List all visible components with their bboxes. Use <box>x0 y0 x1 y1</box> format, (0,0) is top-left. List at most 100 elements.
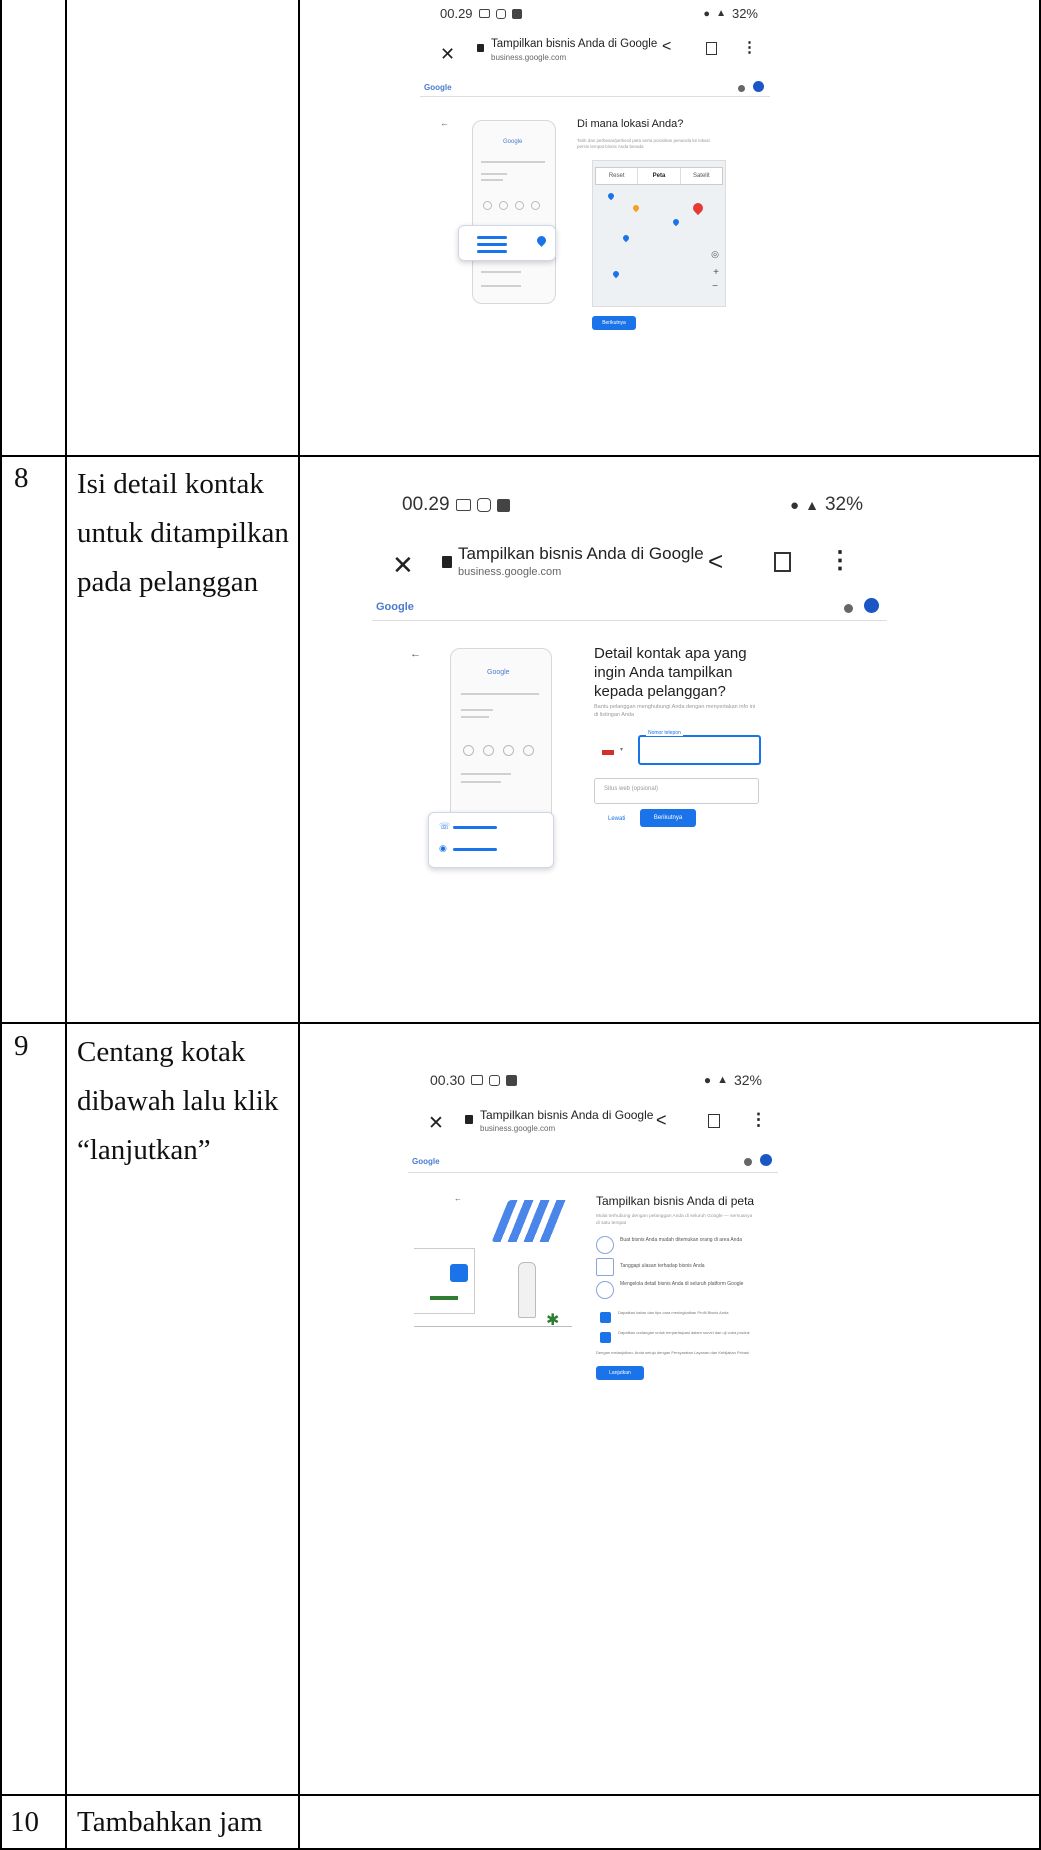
mock-line <box>461 781 501 783</box>
mock-circle <box>523 745 534 756</box>
zoom-out-icon[interactable]: − <box>712 281 718 292</box>
avatar[interactable] <box>753 80 764 92</box>
phone-field[interactable] <box>638 735 761 765</box>
continue-button[interactable]: Lanjutkan <box>596 1366 644 1380</box>
more-icon[interactable]: ⋮ <box>750 1110 767 1130</box>
lock-icon <box>465 1115 473 1124</box>
bag-icon <box>506 1074 518 1086</box>
signal-icon: ▲ <box>716 8 726 19</box>
share-icon[interactable]: < <box>708 546 723 577</box>
mock-circle <box>483 745 494 756</box>
plant: ✱ <box>546 1312 560 1329</box>
person <box>518 1262 536 1318</box>
bookmark-icon[interactable] <box>708 1114 720 1128</box>
status-left: 00.29 <box>402 494 510 516</box>
location-icon: ● <box>703 7 711 20</box>
share-icon[interactable]: < <box>656 1110 667 1131</box>
card-line <box>453 848 497 851</box>
row-number-9: 9 <box>14 1030 29 1062</box>
row-9-instruction: Centang kotak dibawah lalu klik “lanjutk… <box>77 1028 278 1175</box>
signal-icon: ▲ <box>805 497 819 513</box>
page-subtext: Tarik dan perbesar/perkecil peta serta p… <box>577 138 710 149</box>
browser-url: business.google.com <box>458 566 562 578</box>
feature-text: Tanggapi ulasan terhadap bisnis Anda <box>620 1263 705 1269</box>
instagram-icon <box>476 498 491 512</box>
browser-bar: ✕ Tampilkan bisnis Anda di Google busine… <box>408 1106 778 1142</box>
map-poi-icon <box>631 203 641 213</box>
bookmark-icon[interactable] <box>706 42 717 55</box>
help-icon[interactable] <box>743 1158 752 1166</box>
map-poi-icon <box>611 269 621 279</box>
google-logo: Google <box>424 82 452 92</box>
next-button[interactable]: Berikutnya <box>640 809 696 827</box>
skip-button[interactable]: Lewati <box>608 816 625 822</box>
bookmark-icon[interactable] <box>774 552 791 572</box>
status-bar: 00.29 ● ▲ 32% <box>420 6 770 21</box>
page-subtext: Bantu pelanggan menghubungi Anda dengan … <box>594 704 756 718</box>
status-time: 00.29 <box>402 494 450 515</box>
counter <box>430 1296 458 1300</box>
checkbox[interactable] <box>600 1332 611 1343</box>
checkbox[interactable] <box>600 1312 611 1323</box>
row-divider-2 <box>0 1022 1041 1024</box>
mock-line <box>461 693 539 695</box>
back-arrow-icon[interactable]: ← <box>440 118 449 128</box>
close-icon[interactable]: ✕ <box>440 44 455 65</box>
map-tab-satellite[interactable]: Satelit <box>681 168 722 184</box>
map-poi-icon <box>621 233 631 243</box>
google-bar-icons <box>737 80 764 94</box>
storefront-illustration: ✱ <box>414 1200 572 1330</box>
card-line <box>477 243 507 246</box>
zoom-in-icon[interactable]: + <box>713 267 719 278</box>
bag-icon <box>496 498 510 512</box>
google-bar: Google <box>372 594 887 621</box>
website-field-placeholder: Situs web (opsional) <box>604 786 659 792</box>
share-icon[interactable]: < <box>662 38 671 56</box>
page-subtext: Mulai terhubung dengan pelanggan Anda di… <box>596 1214 753 1226</box>
flag-icon[interactable] <box>602 750 614 755</box>
close-icon[interactable]: ✕ <box>428 1112 444 1135</box>
browser-title: Tampilkan bisnis Anda di Google <box>458 544 704 563</box>
mock-line <box>481 179 503 181</box>
pin-icon <box>535 234 548 247</box>
globe-icon: ◉ <box>439 843 447 853</box>
mock-line <box>481 161 545 163</box>
card-line <box>477 250 507 253</box>
locate-icon[interactable]: ◎ <box>711 249 719 260</box>
status-time: 00.30 <box>430 1072 466 1088</box>
avatar[interactable] <box>864 598 879 613</box>
gallery-icon <box>471 1075 484 1085</box>
mock-line <box>481 173 507 175</box>
page-heading: Di mana lokasi Anda? <box>577 118 684 130</box>
close-icon[interactable]: ✕ <box>392 550 414 581</box>
card-line <box>477 236 507 239</box>
map-marker-icon[interactable] <box>690 200 706 216</box>
chevron-down-icon[interactable]: ▾ <box>620 746 623 753</box>
status-bar: 00.29 ● ▲ 32% <box>372 494 887 516</box>
browser-bar: ✕ Tampilkan bisnis Anda di Google busine… <box>420 38 770 70</box>
terms-text: Dengan melanjutkan, Anda setuju dengan P… <box>596 1350 749 1355</box>
back-arrow-icon[interactable]: ← <box>410 648 421 660</box>
mock-circle <box>503 745 514 756</box>
instruction-line: Tambahkan jam <box>77 1806 263 1838</box>
help-icon[interactable] <box>843 604 853 613</box>
instruction-line: “lanjutkan” <box>77 1134 211 1166</box>
bag-icon <box>511 8 522 19</box>
map[interactable]: Reset Peta Satelit ◎ + − <box>592 160 726 307</box>
gallery-icon <box>478 9 490 18</box>
mock-circle <box>463 745 474 756</box>
map-tab-map[interactable]: Peta <box>638 168 681 184</box>
status-right: ● ▲ 32% <box>790 494 863 516</box>
more-icon[interactable]: ⋮ <box>742 38 757 56</box>
help-icon[interactable] <box>737 84 745 92</box>
next-button[interactable]: Berikutnya <box>592 316 636 330</box>
gallery-icon <box>455 499 471 511</box>
page-heading: Tampilkan bisnis Anda di peta <box>596 1194 755 1208</box>
browser-bar: ✕ Tampilkan bisnis Anda di Google busine… <box>372 542 887 588</box>
row-number-8: 8 <box>14 462 29 494</box>
row-divider-3 <box>0 1794 1041 1796</box>
avatar[interactable] <box>760 1154 772 1166</box>
map-tab-reset[interactable]: Reset <box>596 168 639 184</box>
more-icon[interactable]: ⋮ <box>828 546 852 575</box>
mock-line <box>461 709 493 711</box>
